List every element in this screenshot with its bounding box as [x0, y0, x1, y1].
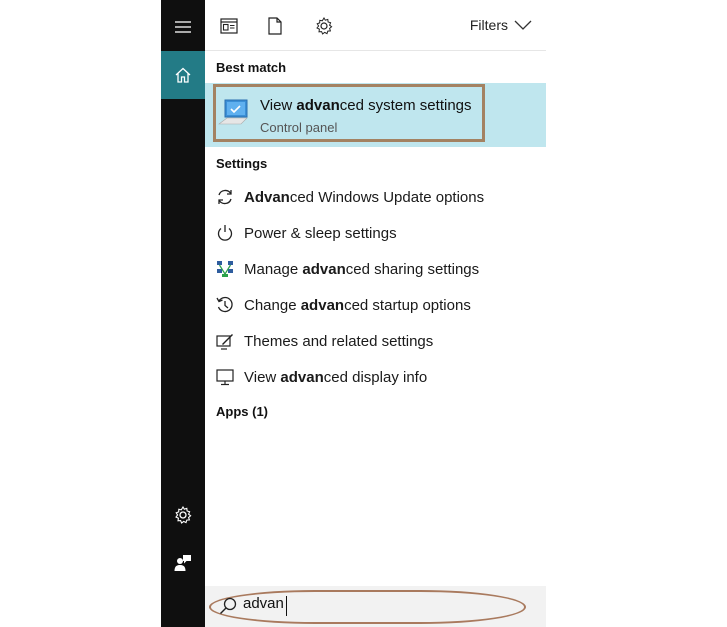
home-button[interactable]	[161, 51, 205, 99]
label-part: Manage	[244, 260, 303, 278]
themes-icon	[215, 331, 235, 351]
label-part: ced display info	[323, 368, 428, 386]
best-match-heading: Best match	[216, 60, 287, 75]
settings-result-item[interactable]: Advanced Windows Update options	[205, 180, 546, 214]
chevron-down-icon	[514, 20, 532, 30]
settings-heading: Settings	[216, 156, 268, 171]
label-part: ced startup options	[344, 296, 471, 314]
computer-icon	[218, 99, 248, 125]
label-part: ced Windows Update options	[289, 188, 485, 206]
settings-filter-button[interactable]	[313, 15, 335, 37]
gear-icon	[175, 506, 192, 524]
label-part: Themes and related settings	[244, 332, 434, 350]
monitor-icon	[215, 367, 235, 387]
search-icon	[220, 597, 237, 614]
settings-result-item[interactable]: Themes and related settings	[205, 324, 546, 358]
search-results-panel: Filters Best match View advanced system …	[205, 0, 546, 627]
label-part: Advan	[244, 188, 290, 206]
power-icon	[215, 223, 235, 243]
apps-icon	[220, 18, 238, 34]
text-caret	[286, 596, 287, 616]
best-match-result[interactable]: View advanced system settings Control pa…	[205, 83, 546, 147]
settings-result-item[interactable]: Manage advanced sharing settings	[205, 252, 546, 286]
left-rail	[161, 0, 205, 627]
filters-dropdown[interactable]: Filters	[470, 17, 532, 33]
home-icon	[175, 67, 191, 83]
apps-filter-button[interactable]	[218, 15, 240, 37]
search-bar	[205, 586, 546, 627]
settings-button[interactable]	[161, 491, 205, 539]
best-match-title: View advanced system settings	[260, 97, 472, 114]
feedback-button[interactable]	[161, 539, 205, 587]
top-bar: Filters	[205, 0, 546, 51]
sync-icon	[215, 187, 235, 207]
label-part: advan	[302, 260, 346, 278]
settings-result-item[interactable]: View advanced display info	[205, 360, 546, 394]
title-match-text: advan	[296, 97, 340, 114]
label-part: advan	[280, 368, 324, 386]
history-icon	[215, 295, 235, 315]
settings-icon	[316, 17, 333, 35]
documents-icon	[268, 17, 282, 35]
search-input[interactable]	[243, 595, 503, 612]
label-part: Power & sleep settings	[244, 224, 397, 242]
settings-result-label: View advanced display info	[244, 369, 427, 386]
feedback-icon	[174, 555, 191, 571]
settings-result-item[interactable]: Power & sleep settings	[205, 216, 546, 250]
settings-result-label: Power & sleep settings	[244, 225, 397, 242]
network-icon	[215, 259, 235, 279]
filters-label: Filters	[469, 17, 508, 33]
settings-result-label: Themes and related settings	[244, 333, 433, 350]
menu-button[interactable]	[161, 3, 205, 51]
best-match-subtitle: Control panel	[260, 120, 338, 135]
settings-result-label: Manage advanced sharing settings	[244, 261, 479, 278]
title-text: View	[260, 97, 297, 114]
hamburger-icon	[175, 21, 191, 33]
settings-result-label: Advanced Windows Update options	[244, 189, 484, 206]
label-part: Change	[244, 296, 301, 314]
label-part: ced sharing settings	[345, 260, 480, 278]
title-text-rest: ced system settings	[339, 97, 472, 114]
apps-heading: Apps (1)	[216, 404, 268, 419]
documents-filter-button[interactable]	[264, 15, 286, 37]
settings-result-label: Change advanced startup options	[244, 297, 471, 314]
label-part: View	[244, 368, 281, 386]
settings-result-item[interactable]: Change advanced startup options	[205, 288, 546, 322]
label-part: advan	[300, 296, 345, 314]
